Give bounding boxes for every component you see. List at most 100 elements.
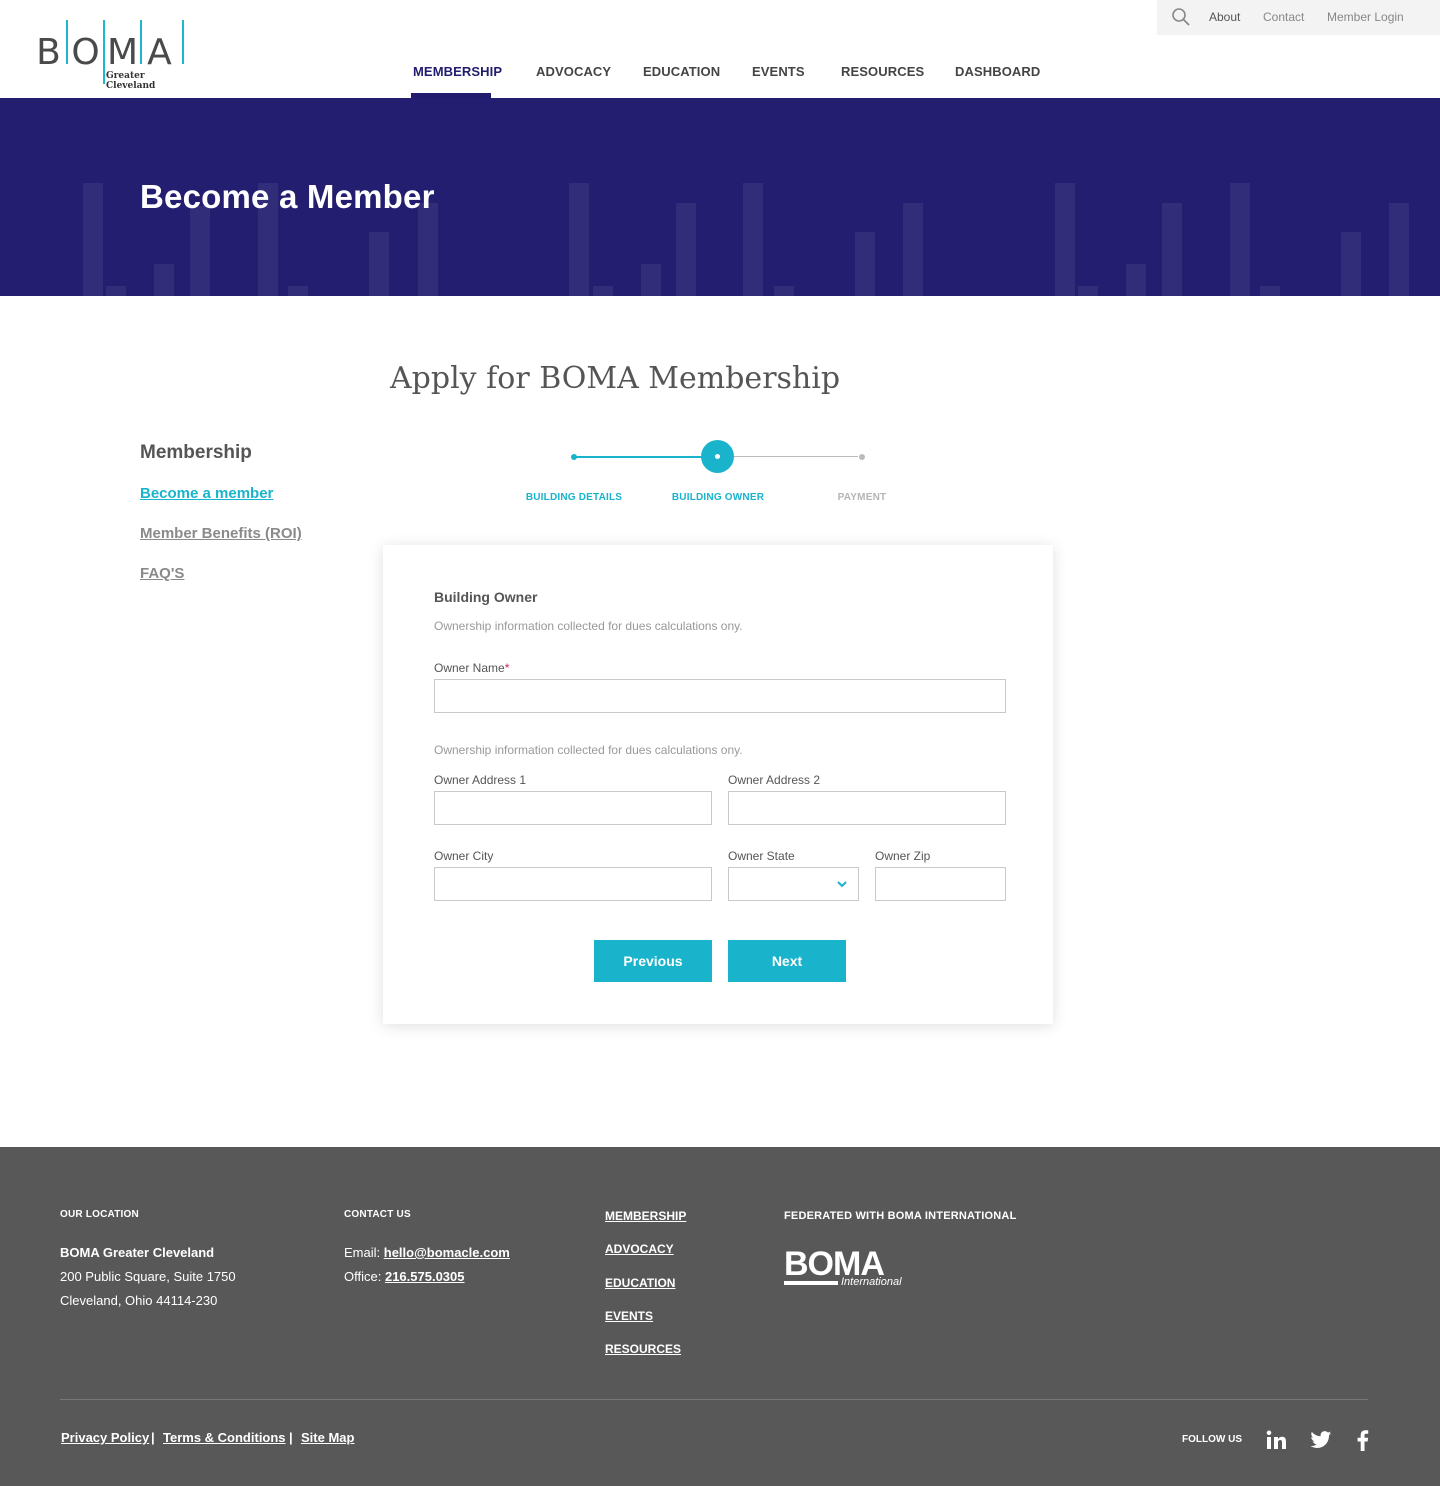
hero-banner: Become a Member	[0, 98, 1440, 296]
nav-events[interactable]: EVENTS	[752, 64, 805, 79]
skyline-bar	[190, 206, 210, 296]
footer-contact-heading: CONTACT US	[344, 1209, 411, 1220]
logo-letter: B	[36, 32, 61, 73]
step-label-building-details: BUILDING DETAILS	[525, 492, 623, 503]
skyline-bar	[1260, 286, 1280, 296]
previous-button[interactable]: Previous	[594, 940, 712, 982]
skyline-bar	[106, 286, 126, 296]
step-dot-building-details	[571, 454, 577, 460]
owner-name-input[interactable]	[434, 679, 1006, 713]
footer-address: BOMA Greater Cleveland 200 Public Square…	[60, 1241, 236, 1313]
skyline-bar	[1162, 203, 1182, 296]
boma-international-subtitle: International	[841, 1276, 902, 1288]
footer-email-link[interactable]: hello@bomacle.com	[384, 1245, 510, 1260]
owner-state-label: Owner State	[728, 849, 795, 863]
owner-city-input[interactable]	[434, 867, 712, 901]
footer-address-line: 200 Public Square, Suite 1750	[60, 1269, 236, 1284]
utility-link-member-login[interactable]: Member Login	[1327, 10, 1404, 24]
skyline-bar	[1230, 183, 1250, 296]
twitter-icon[interactable]	[1310, 1429, 1332, 1451]
skyline-bar	[154, 264, 174, 296]
owner-address1-input[interactable]	[434, 791, 712, 825]
logo-letter: A	[147, 32, 172, 73]
facebook-icon[interactable]	[1352, 1429, 1374, 1451]
footer-federated-heading: FEDERATED WITH BOMA INTERNATIONAL	[784, 1210, 1017, 1222]
skyline-bar	[369, 232, 389, 296]
utility-link-contact[interactable]: Contact	[1263, 10, 1304, 24]
skyline-bar	[1389, 203, 1409, 296]
follow-us-label: FOLLOW US	[1182, 1434, 1242, 1445]
skyline-bar	[418, 203, 438, 296]
footer-nav-membership[interactable]: MEMBERSHIP	[605, 1209, 686, 1223]
owner-zip-input[interactable]	[875, 867, 1006, 901]
nav-dashboard[interactable]: DASHBOARD	[955, 64, 1040, 79]
nav-advocacy[interactable]: ADVOCACY	[536, 64, 611, 79]
logo-letter: M	[106, 32, 139, 73]
owner-state-select[interactable]	[728, 867, 859, 901]
form-section-title: Building Owner	[434, 589, 538, 605]
boma-logo[interactable]: BOMA Greater Cleveland	[30, 20, 186, 91]
sidebar-link-become-a-member[interactable]: Become a member	[140, 485, 273, 502]
site-header: BOMA Greater Cleveland About Contact Mem…	[0, 0, 1440, 98]
footer-nav-education[interactable]: EDUCATION	[605, 1276, 675, 1290]
next-button[interactable]: Next	[728, 940, 846, 982]
sidebar-link-member-benefits[interactable]: Member Benefits (ROI)	[140, 525, 302, 542]
step-connector-complete	[576, 456, 706, 458]
site-map-link[interactable]: Site Map	[301, 1430, 354, 1445]
required-mark: *	[504, 661, 510, 675]
footer-location-heading: OUR LOCATION	[60, 1209, 139, 1220]
skyline-bar	[83, 183, 103, 296]
utility-nav: About Contact Member Login	[1157, 0, 1440, 35]
sidebar-title: Membership	[140, 442, 252, 463]
skyline-bar	[855, 232, 875, 296]
skyline-bar	[903, 203, 923, 296]
skyline-bar	[569, 183, 589, 296]
skyline-bar	[1126, 264, 1146, 296]
footer-contact: Email: hello@bomacle.com Office: 216.575…	[344, 1241, 510, 1289]
skyline-bar	[743, 183, 763, 296]
logo-divider	[103, 20, 105, 84]
legal-separator: |	[151, 1430, 155, 1445]
footer-email-label: Email:	[344, 1245, 381, 1260]
skyline-bar	[288, 286, 308, 296]
search-icon[interactable]	[1171, 7, 1191, 27]
footer-divider	[60, 1399, 1368, 1400]
footer-phone-link[interactable]: 216.575.0305	[385, 1269, 465, 1284]
logo-divider	[66, 20, 68, 64]
sidebar-link-faqs[interactable]: FAQ'S	[140, 565, 184, 582]
nav-resources[interactable]: RESOURCES	[841, 64, 924, 79]
form-note: Ownership information collected for dues…	[434, 743, 743, 757]
skyline-bar	[1341, 232, 1361, 296]
form-note: Ownership information collected for dues…	[434, 619, 743, 633]
footer-address-line: Cleveland, Ohio 44114-230	[60, 1293, 218, 1308]
page-title: Apply for BOMA Membership	[390, 361, 841, 396]
skyline-bar	[774, 286, 794, 296]
step-dot-payment	[859, 454, 865, 460]
owner-city-label: Owner City	[434, 849, 494, 863]
privacy-policy-link[interactable]: Privacy Policy	[61, 1430, 149, 1445]
owner-name-label-text: Owner Name	[434, 661, 505, 675]
step-label-building-owner: BUILDING OWNER	[671, 492, 765, 503]
step-connector-pending	[730, 456, 858, 457]
terms-conditions-link[interactable]: Terms & Conditions	[163, 1430, 286, 1445]
chevron-down-icon	[837, 881, 847, 888]
owner-zip-label: Owner Zip	[875, 849, 931, 863]
footer-nav-events[interactable]: EVENTS	[605, 1309, 653, 1323]
owner-address2-label: Owner Address 2	[728, 773, 821, 787]
nav-education[interactable]: EDUCATION	[643, 64, 720, 79]
nav-membership[interactable]: MEMBERSHIP	[413, 64, 502, 79]
hero-title: Become a Member	[140, 178, 435, 215]
linkedin-icon[interactable]	[1265, 1429, 1287, 1451]
owner-address1-label: Owner Address 1	[434, 773, 527, 787]
skyline-bar	[676, 203, 696, 296]
utility-link-about[interactable]: About	[1209, 10, 1240, 24]
owner-address2-input[interactable]	[728, 791, 1006, 825]
skyline-bar	[1078, 286, 1098, 296]
owner-name-label: Owner Name*	[434, 661, 509, 675]
site-footer: OUR LOCATION BOMA Greater Cleveland 200 …	[0, 1147, 1440, 1486]
skyline-bar	[593, 286, 613, 296]
footer-nav-resources[interactable]: RESOURCES	[605, 1342, 681, 1356]
footer-nav-advocacy[interactable]: ADVOCACY	[605, 1242, 674, 1256]
logo-letter: O	[71, 32, 100, 73]
boma-international-logo[interactable]: BOMA International	[784, 1245, 908, 1289]
